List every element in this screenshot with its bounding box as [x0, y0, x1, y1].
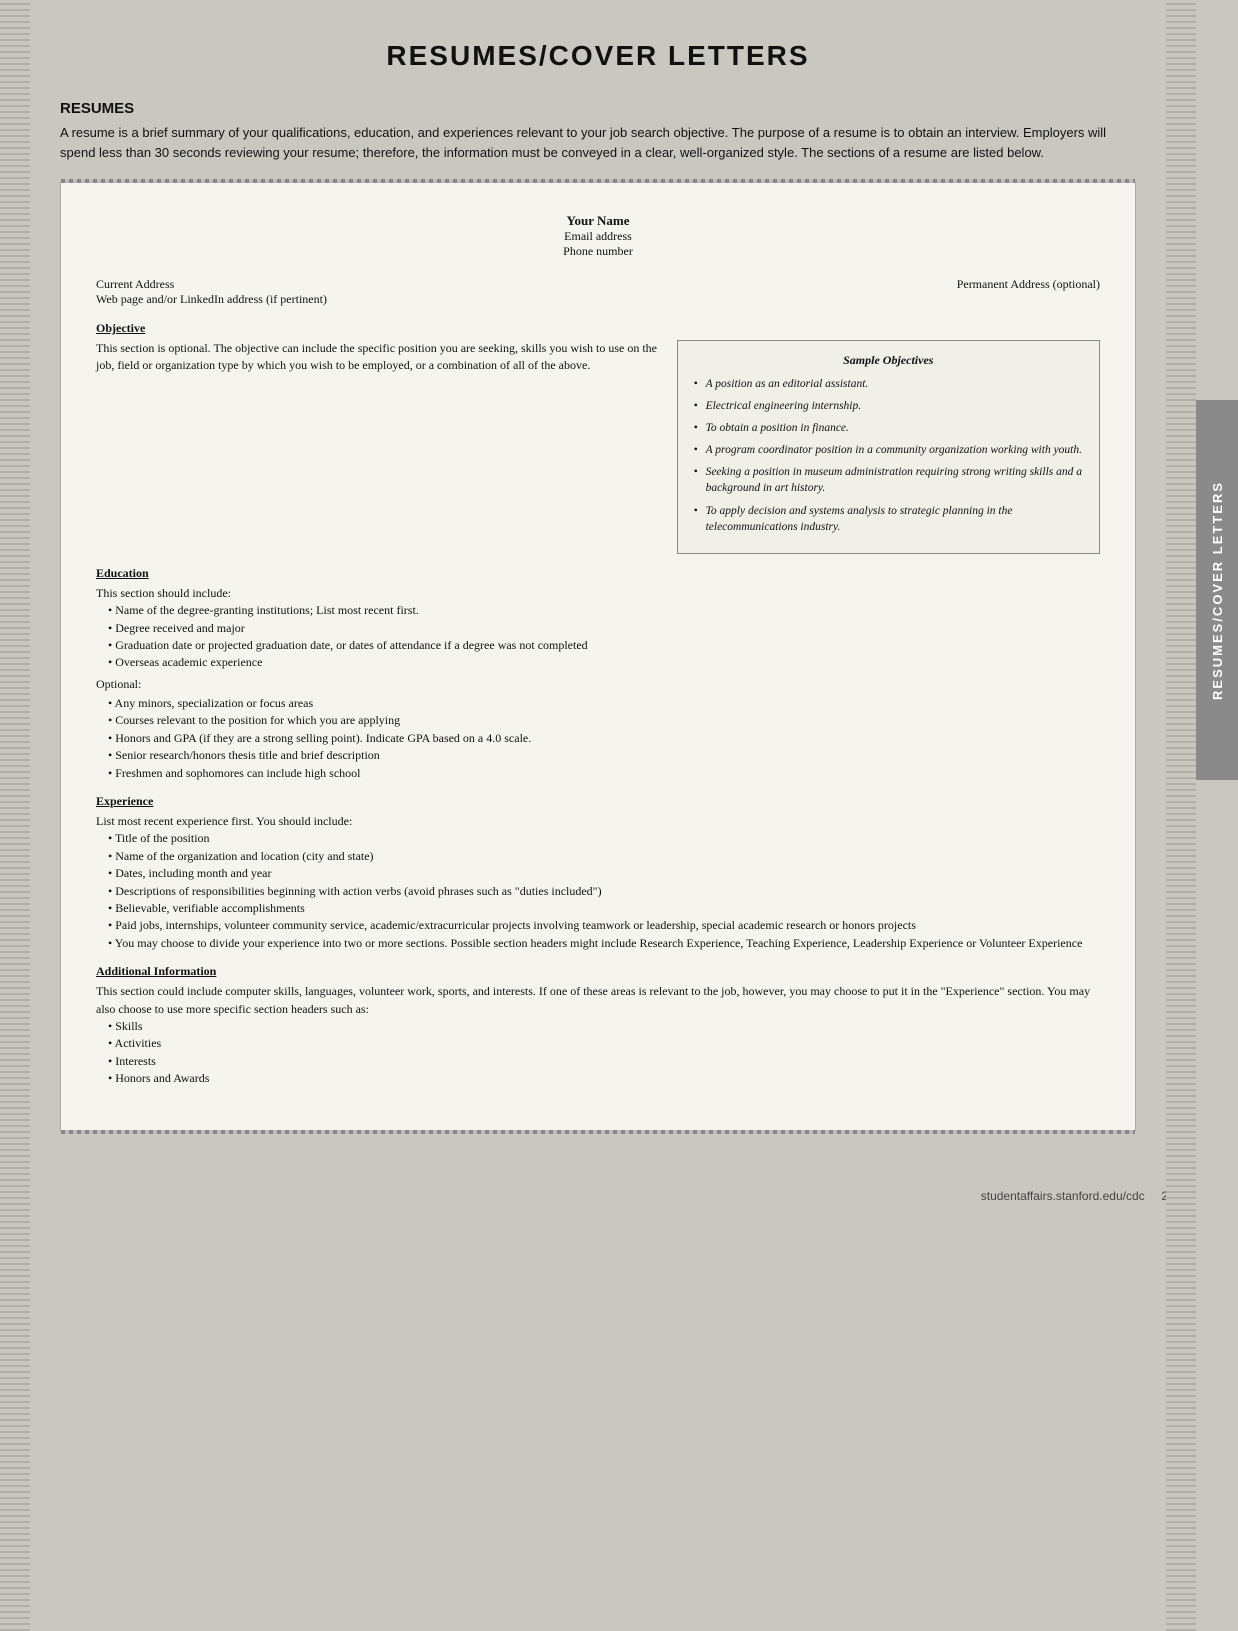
permanent-address: Permanent Address (optional) [957, 277, 1100, 307]
list-item: Skills [108, 1018, 1100, 1035]
education-optional-bullets-list: Any minors, specialization or focus area… [96, 695, 1100, 782]
list-item: Electrical engineering internship. [692, 398, 1085, 414]
education-optional-label: Optional: [96, 676, 1100, 693]
additional-info-section: Additional Information This section coul… [96, 964, 1100, 1087]
experience-heading: Experience [96, 794, 1100, 809]
sample-objectives-box: Sample Objectives A position as an edito… [677, 340, 1100, 554]
list-item: Any minors, specialization or focus area… [108, 695, 1100, 712]
education-intro: This section should include: [96, 585, 1100, 602]
web-address: Web page and/or LinkedIn address (if per… [96, 292, 327, 307]
additional-info-bullets-list: SkillsActivitiesInterestsHonors and Awar… [96, 1018, 1100, 1088]
address-left: Current Address Web page and/or LinkedIn… [96, 277, 327, 307]
objective-heading: Objective [96, 321, 1100, 336]
list-item: Overseas academic experience [108, 654, 1100, 671]
resume-header: Your Name Email address Phone number [96, 213, 1100, 259]
page-background: RESUMES/COVER LETTERS RESUMES/COVER LETT… [0, 0, 1238, 1631]
side-tab: RESUMES/COVER LETTERS [1196, 400, 1238, 780]
list-item: Courses relevant to the position for whi… [108, 712, 1100, 729]
objective-left: This section is optional. The objective … [96, 340, 661, 554]
list-item: Title of the position [108, 830, 1100, 847]
list-item: To apply decision and systems analysis t… [692, 503, 1085, 535]
education-section: Education This section should include: N… [96, 566, 1100, 782]
list-item: Descriptions of responsibilities beginni… [108, 883, 1100, 900]
main-content: RESUMES/COVER LETTERS RESUMES A resume i… [0, 0, 1196, 1181]
education-heading: Education [96, 566, 1100, 581]
resumes-heading: RESUMES [60, 100, 1136, 117]
list-item: Activities [108, 1035, 1100, 1052]
list-item: Dates, including month and year [108, 865, 1100, 882]
experience-bullets-list: Title of the positionName of the organiz… [96, 830, 1100, 952]
list-item: Degree received and major [108, 620, 1100, 637]
page-title: RESUMES/COVER LETTERS [60, 40, 1136, 72]
education-bullets-list: Name of the degree-granting institutions… [96, 602, 1100, 672]
list-item: Name of the organization and location (c… [108, 848, 1100, 865]
list-item: Honors and GPA (if they are a strong sel… [108, 730, 1100, 747]
list-item: You may choose to divide your experience… [108, 935, 1100, 952]
list-item: Honors and Awards [108, 1070, 1100, 1087]
footer: studentaffairs.stanford.edu/cdc 2 7 [0, 1181, 1238, 1211]
footer-url: studentaffairs.stanford.edu/cdc [981, 1189, 1145, 1203]
resume-card: Your Name Email address Phone number Cur… [60, 182, 1136, 1131]
objective-section: Objective This section is optional. The … [96, 321, 1100, 554]
objective-text: This section is optional. The objective … [96, 340, 661, 375]
sample-objectives-list: A position as an editorial assistant. Ele… [692, 376, 1085, 535]
side-tab-label: RESUMES/COVER LETTERS [1210, 481, 1225, 700]
list-item: Senior research/honors thesis title and … [108, 747, 1100, 764]
list-item: Freshmen and sophomores can include high… [108, 765, 1100, 782]
resume-email: Email address [96, 229, 1100, 244]
list-item: Seeking a position in museum administrat… [692, 464, 1085, 496]
list-item: To obtain a position in finance. [692, 420, 1085, 436]
list-item: Name of the degree-granting institutions… [108, 602, 1100, 619]
address-row: Current Address Web page and/or LinkedIn… [96, 277, 1100, 307]
resumes-intro: A resume is a brief summary of your qual… [60, 123, 1136, 162]
right-decorative-border [1166, 0, 1196, 1631]
list-item: A position as an editorial assistant. [692, 376, 1085, 392]
objective-right: Sample Objectives A position as an edito… [677, 340, 1100, 554]
resume-name: Your Name [96, 213, 1100, 229]
list-item: A program coordinator position in a comm… [692, 442, 1085, 458]
resume-phone: Phone number [96, 244, 1100, 259]
list-item: Paid jobs, internships, volunteer commun… [108, 917, 1100, 934]
experience-intro: List most recent experience first. You s… [96, 813, 1100, 830]
current-address-label: Current Address [96, 277, 327, 292]
list-item: Interests [108, 1053, 1100, 1070]
left-decorative-border [0, 0, 30, 1631]
additional-info-heading: Additional Information [96, 964, 1100, 979]
experience-section: Experience List most recent experience f… [96, 794, 1100, 952]
additional-info-text: This section could include computer skil… [96, 983, 1100, 1018]
list-item: Believable, verifiable accomplishments [108, 900, 1100, 917]
sample-objectives-title: Sample Objectives [692, 353, 1085, 368]
list-item: Graduation date or projected graduation … [108, 637, 1100, 654]
objective-layout: This section is optional. The objective … [96, 340, 1100, 554]
